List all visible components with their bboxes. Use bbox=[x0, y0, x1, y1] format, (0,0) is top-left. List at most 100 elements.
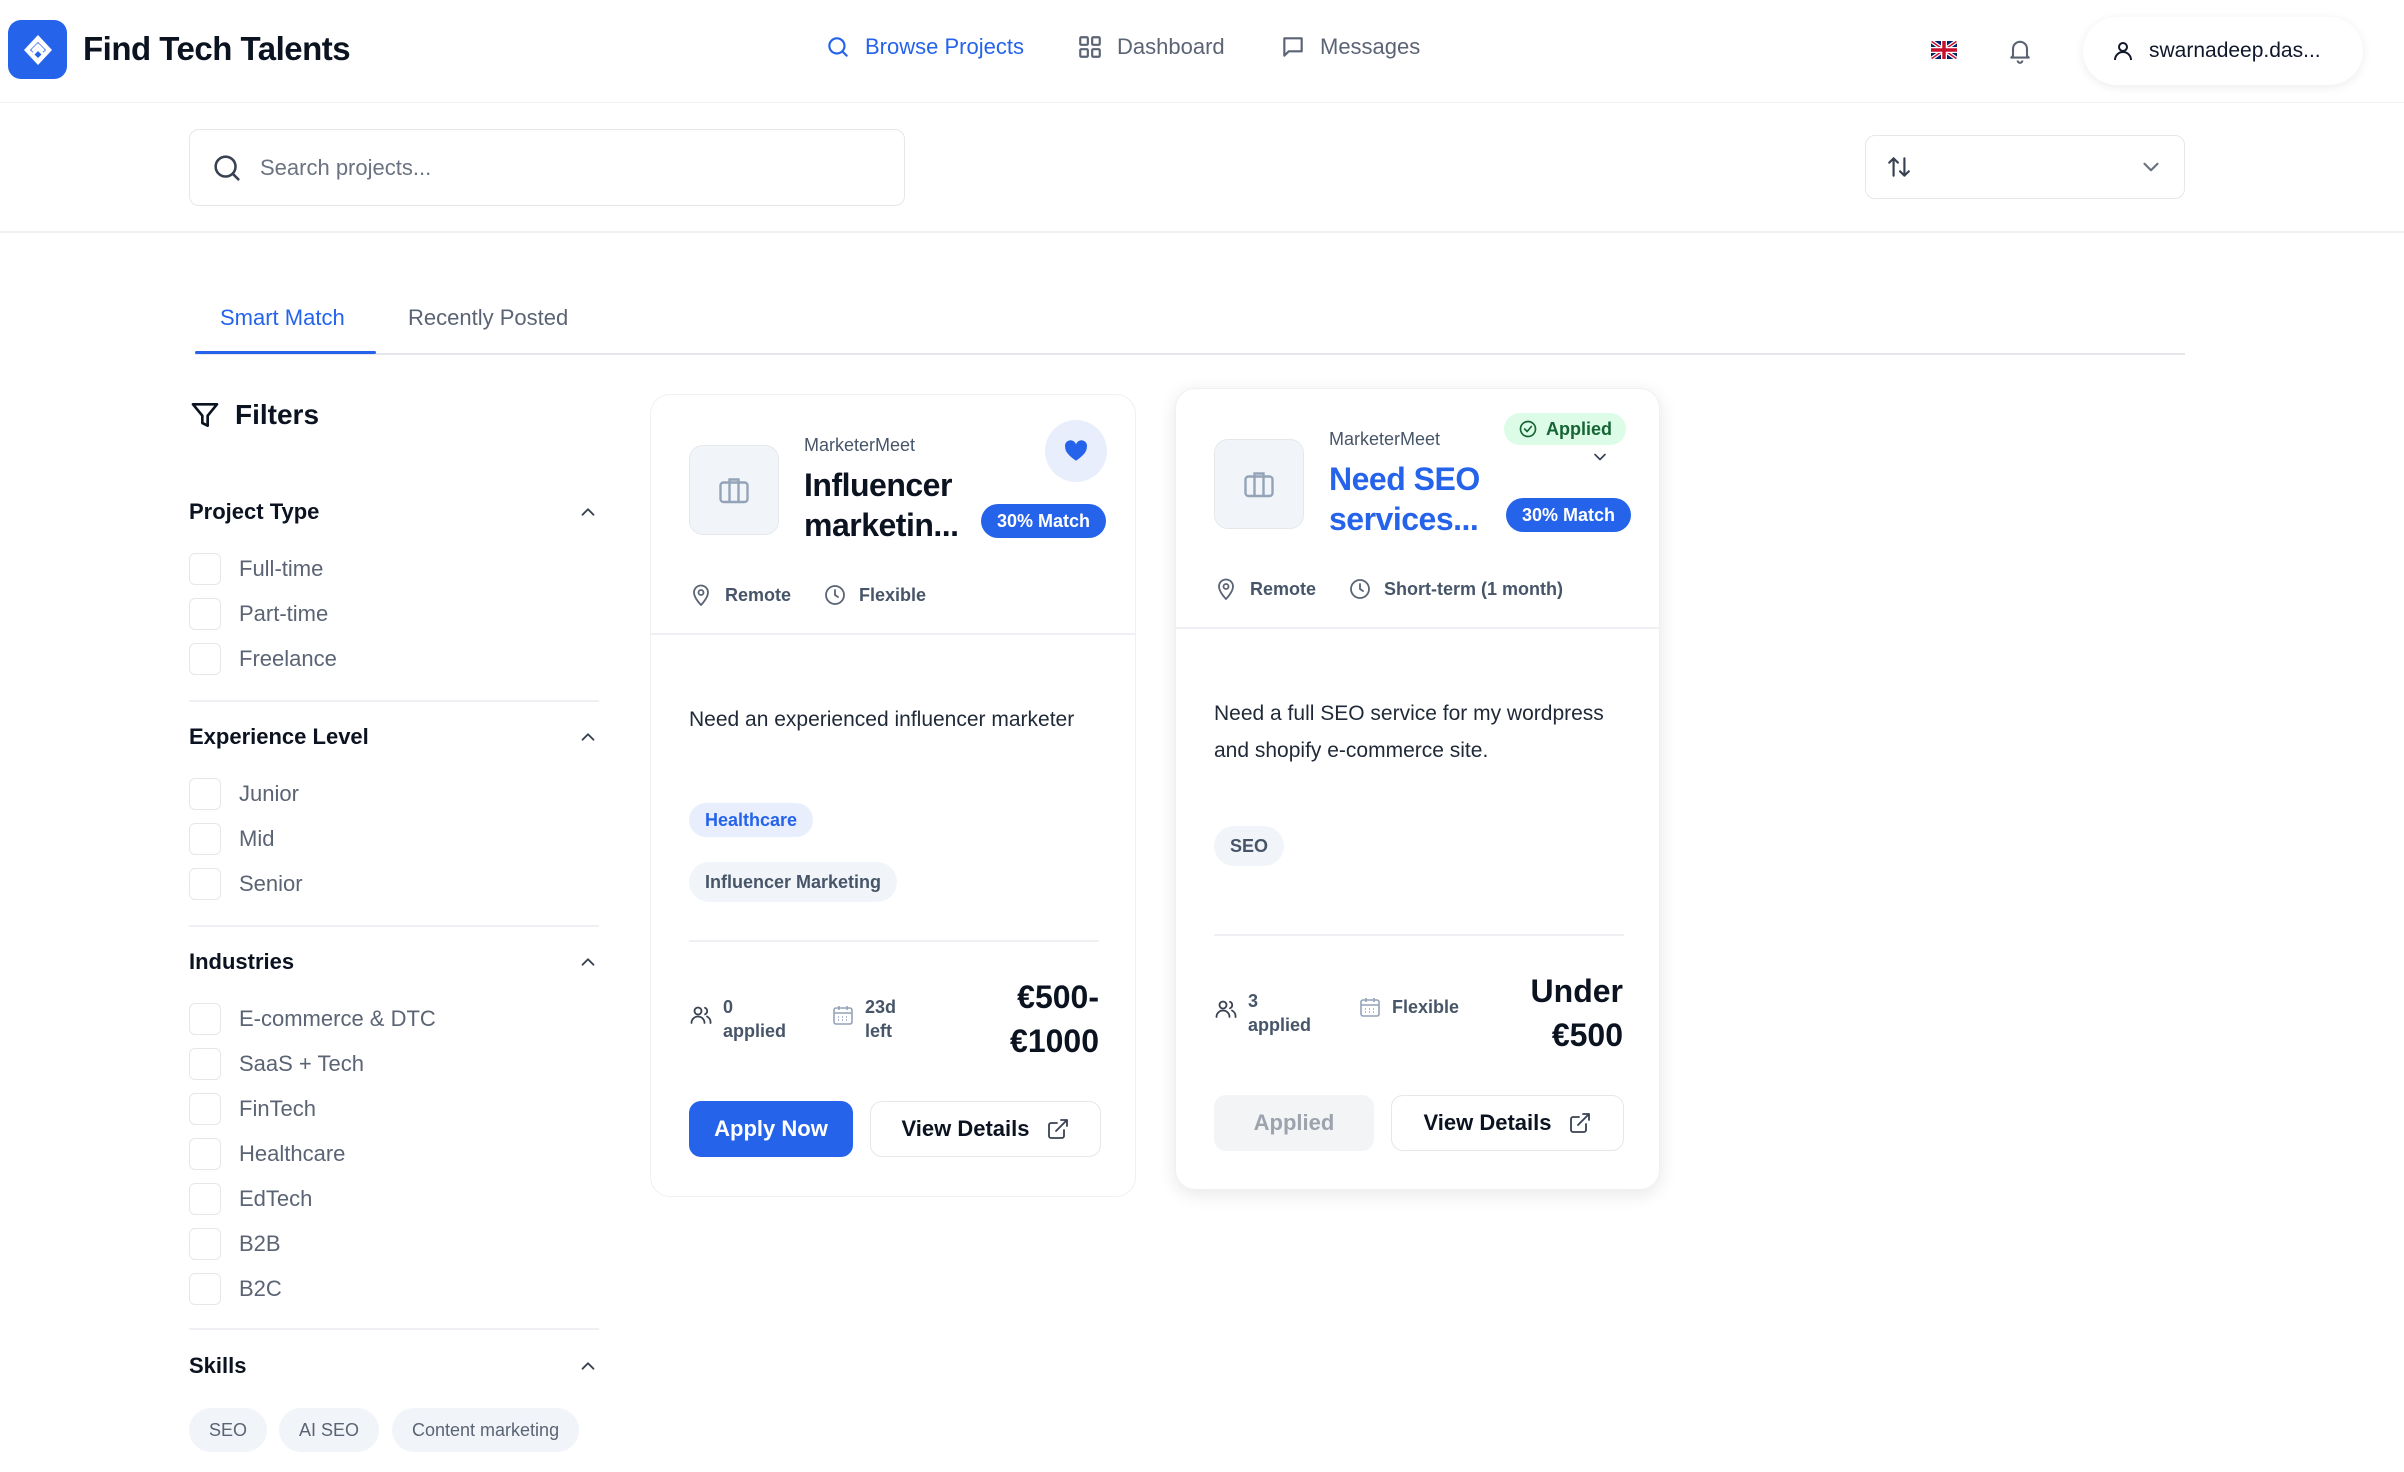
chevron-down-icon[interactable] bbox=[1590, 447, 1610, 467]
favorite-button[interactable] bbox=[1045, 420, 1107, 482]
user-icon bbox=[2114, 42, 2132, 61]
applied-button[interactable]: Applied bbox=[1214, 1095, 1374, 1151]
users-icon bbox=[1215, 1000, 1237, 1018]
applicants-label: applied bbox=[723, 1021, 787, 1041]
checkbox[interactable] bbox=[189, 1048, 221, 1080]
tab-smart-match[interactable]: Smart Match bbox=[220, 305, 345, 331]
calendar-icon bbox=[1360, 998, 1380, 1017]
applicants-number: 0 bbox=[723, 997, 734, 1017]
calendar-icon bbox=[833, 1006, 853, 1025]
logo-icon[interactable] bbox=[8, 20, 67, 79]
search-bar[interactable] bbox=[189, 129, 905, 206]
project-title[interactable]: Influencer marketin... bbox=[804, 465, 979, 545]
checkbox[interactable] bbox=[189, 1183, 221, 1215]
filter-option-label: Junior bbox=[239, 781, 299, 806]
project-card[interactable]: MarketerMeet Influencer marketin... 30% … bbox=[650, 394, 1136, 1197]
deadline: 23d left bbox=[831, 995, 896, 1043]
filter-option-full-time[interactable]: Full-time bbox=[189, 553, 323, 585]
project-title[interactable]: Need SEO services... bbox=[1329, 459, 1504, 539]
filter-option-mid[interactable]: Mid bbox=[189, 823, 274, 855]
nav-dashboard[interactable]: Dashboard bbox=[1077, 34, 1225, 60]
filter-option-edtech[interactable]: EdTech bbox=[189, 1183, 312, 1215]
filter-option-b2b[interactable]: B2B bbox=[189, 1228, 281, 1260]
checkbox[interactable] bbox=[189, 1273, 221, 1305]
filters-heading: Filters bbox=[189, 399, 319, 431]
filter-option-junior[interactable]: Junior bbox=[189, 778, 299, 810]
nav-messages[interactable]: Messages bbox=[1280, 34, 1420, 60]
skill-chip-ai-seo[interactable]: AI SEO bbox=[279, 1408, 380, 1452]
chat-icon bbox=[1283, 37, 1303, 57]
checkbox[interactable] bbox=[189, 643, 221, 675]
filter-skills-header[interactable]: Skills bbox=[189, 1353, 599, 1379]
filter-option-label: EdTech bbox=[239, 1186, 313, 1211]
filter-option-b2c[interactable]: B2C bbox=[189, 1273, 282, 1305]
card-divider bbox=[651, 633, 1135, 635]
active-tab-indicator bbox=[195, 351, 376, 354]
project-location: Remote bbox=[1214, 577, 1316, 601]
filter-option-freelance[interactable]: Freelance bbox=[189, 643, 337, 675]
search-input[interactable] bbox=[260, 154, 860, 181]
filter-project-type-header[interactable]: Project Type bbox=[189, 499, 599, 525]
company-logo bbox=[1214, 439, 1304, 529]
match-badge: 30% Match bbox=[981, 504, 1107, 538]
tab-recently-posted[interactable]: Recently Posted bbox=[408, 305, 568, 331]
filter-divider bbox=[189, 925, 599, 927]
view-details-label: View Details bbox=[901, 1116, 1030, 1141]
company-logo bbox=[689, 445, 779, 535]
filter-option-label: FinTech bbox=[239, 1096, 317, 1121]
card-divider bbox=[1214, 934, 1624, 936]
location-pin-icon bbox=[1218, 578, 1234, 601]
company-name: MarketerMeet bbox=[1329, 429, 1441, 449]
sort-dropdown[interactable] bbox=[1865, 135, 2185, 199]
external-link-icon bbox=[1569, 1113, 1590, 1133]
filter-option-ecommerce[interactable]: E-commerce & DTC bbox=[189, 1003, 436, 1035]
filter-option-label: Full-time bbox=[239, 556, 324, 581]
filter-option-healthcare[interactable]: Healthcare bbox=[189, 1138, 345, 1170]
filter-option-saas[interactable]: SaaS + Tech bbox=[189, 1048, 364, 1080]
project-card[interactable]: MarketerMeet Need SEO services... Applie… bbox=[1175, 388, 1660, 1190]
checkbox[interactable] bbox=[189, 1138, 221, 1170]
user-name: swarnadeep.das... bbox=[2149, 39, 2321, 62]
checkbox[interactable] bbox=[189, 1228, 221, 1260]
checkbox[interactable] bbox=[189, 778, 221, 810]
project-budget: Under €500 bbox=[1531, 969, 1623, 1057]
filter-option-senior[interactable]: Senior bbox=[189, 868, 303, 900]
schedule-text: Flexible bbox=[859, 584, 927, 605]
location-text: Remote bbox=[1250, 578, 1317, 599]
brand-name[interactable]: Find Tech Talents bbox=[83, 30, 351, 68]
match-badge: 30% Match bbox=[1506, 498, 1632, 532]
checkbox[interactable] bbox=[189, 823, 221, 855]
chevron-up-icon bbox=[581, 1362, 595, 1370]
user-menu-button[interactable]: swarnadeep.das... bbox=[2083, 17, 2363, 85]
skill-chip-seo[interactable]: SEO bbox=[189, 1408, 268, 1452]
applied-status-label: Applied bbox=[1546, 418, 1612, 439]
deadline-label: left bbox=[865, 1021, 892, 1041]
checkbox[interactable] bbox=[189, 1093, 221, 1125]
applicants-number: 3 bbox=[1248, 991, 1259, 1011]
uk-flag-icon[interactable] bbox=[1931, 41, 1957, 59]
checkbox[interactable] bbox=[189, 868, 221, 900]
bell-icon[interactable] bbox=[2006, 36, 2034, 64]
checkbox[interactable] bbox=[189, 553, 221, 585]
view-details-button[interactable]: View Details bbox=[1391, 1095, 1624, 1151]
filter-option-part-time[interactable]: Part-time bbox=[189, 598, 328, 630]
deadline-text: Flexible bbox=[1392, 997, 1460, 1017]
filter-project-type-title: Project Type bbox=[189, 499, 320, 524]
skill-chip-content-marketing[interactable]: Content marketing bbox=[392, 1408, 580, 1452]
nav-browse-projects[interactable]: Browse Projects bbox=[825, 34, 1024, 60]
project-budget: €500- €1000 bbox=[1010, 975, 1099, 1063]
filter-option-fintech[interactable]: FinTech bbox=[189, 1093, 316, 1125]
apply-now-button[interactable]: Apply Now bbox=[689, 1101, 853, 1157]
skill-tag: SEO bbox=[1214, 826, 1285, 866]
filter-industries-header[interactable]: Industries bbox=[189, 949, 599, 975]
filter-experience-header[interactable]: Experience Level bbox=[189, 724, 599, 750]
filter-option-label: B2C bbox=[239, 1276, 282, 1301]
checkbox[interactable] bbox=[189, 1003, 221, 1035]
budget-line-1: €500- bbox=[1017, 979, 1099, 1015]
checkbox[interactable] bbox=[189, 598, 221, 630]
chevron-down-icon bbox=[2143, 162, 2159, 172]
chevron-up-icon bbox=[581, 958, 595, 966]
filter-option-label: Senior bbox=[239, 871, 303, 896]
budget-line-2: €500 bbox=[1551, 1017, 1623, 1053]
view-details-button[interactable]: View Details bbox=[870, 1101, 1101, 1157]
